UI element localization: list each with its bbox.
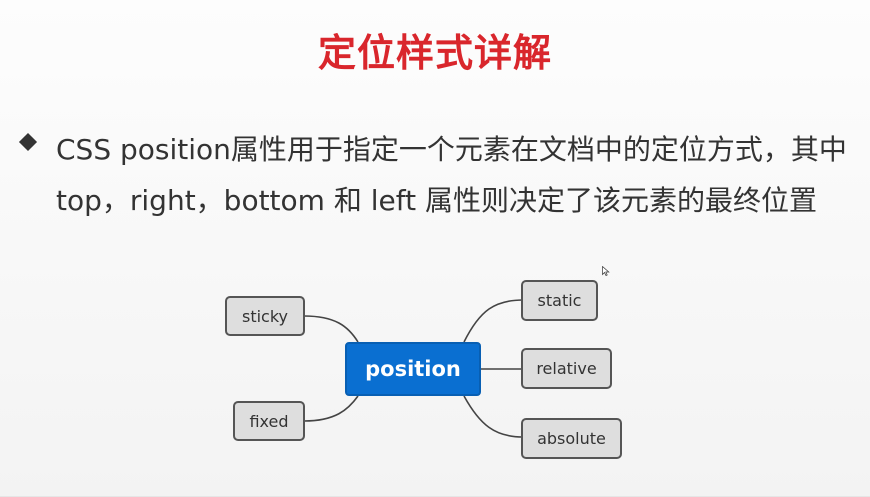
mindmap-center-node: position (345, 342, 481, 396)
connector-static (463, 299, 524, 343)
mindmap-node-fixed: fixed (233, 401, 305, 441)
mouse-cursor-icon (602, 266, 610, 276)
slide: 定位样式详解 CSS position属性用于指定一个元素在文档中的定位方式，其… (0, 0, 870, 497)
connector-absolute (463, 395, 524, 438)
connector-fixed (303, 395, 359, 422)
mindmap-node-absolute: absolute (521, 418, 622, 459)
mindmap-connectors (303, 299, 524, 438)
mindmap-node-sticky: sticky (225, 296, 305, 336)
mindmap-node-relative: relative (521, 348, 612, 389)
connector-sticky (303, 315, 359, 343)
mindmap-node-static: static (521, 280, 598, 321)
